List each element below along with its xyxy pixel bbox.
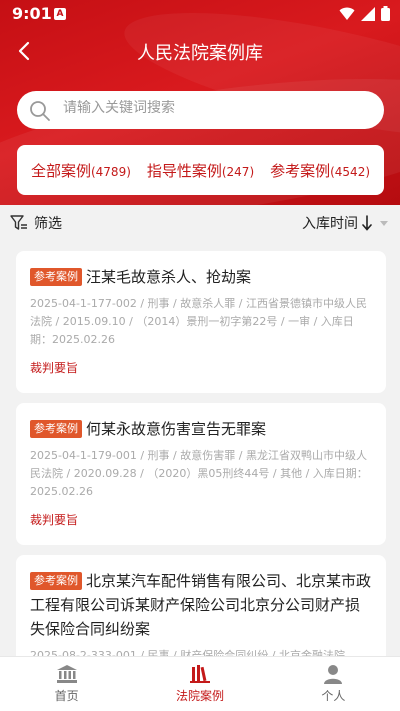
case-meta: 2025-04-1-179-001 / 刑事 / 故意伤害罪 / 黑龙江省双鸭山… bbox=[30, 449, 368, 498]
case-type-badge: 参考案例 bbox=[30, 420, 82, 438]
tab-reference-cases[interactable]: 参考案例(4542) bbox=[270, 160, 370, 181]
tab-label: 参考案例 bbox=[270, 161, 331, 180]
case-list: 参考案例 汪某毛故意杀人、抢劫案 2025-04-1-177-002 / 刑事 /… bbox=[0, 248, 400, 656]
battery-icon bbox=[381, 6, 390, 21]
tab-profile[interactable]: 个人 bbox=[267, 657, 400, 711]
ruling-summary-link[interactable]: 裁判要旨 bbox=[30, 359, 372, 376]
filter-label: 筛选 bbox=[34, 216, 62, 232]
case-type-badge: 参考案例 bbox=[30, 268, 82, 286]
books-icon bbox=[189, 665, 210, 683]
tab-count: (247) bbox=[221, 164, 255, 179]
tab-label: 首页 bbox=[54, 689, 79, 703]
sort-label: 入库时间 bbox=[302, 216, 358, 232]
tab-guiding-cases[interactable]: 指导性案例(247) bbox=[147, 160, 254, 181]
case-title-line: 参考案例 何某永故意伤害宣告无罪案 bbox=[30, 417, 372, 441]
filter-bar: 筛选 入库时间 bbox=[0, 205, 400, 239]
filter-button[interactable]: 筛选 bbox=[10, 213, 62, 233]
tab-count: (4542) bbox=[330, 164, 371, 179]
status-time: 9:01 bbox=[12, 4, 52, 23]
tab-court-cases[interactable]: 法院案例 bbox=[133, 657, 266, 711]
case-card[interactable]: 参考案例 何某永故意伤害宣告无罪案 2025-04-1-179-001 / 刑事 … bbox=[16, 403, 386, 545]
search-bar[interactable] bbox=[17, 91, 384, 129]
bank-icon bbox=[56, 665, 77, 683]
case-title-line: 参考案例 北京某汽车配件销售有限公司、北京某市政工程有限公司诉某财产保险公司北京分… bbox=[30, 569, 372, 641]
case-meta: 2025-04-1-177-002 / 刑事 / 故意杀人罪 / 江西省景德镇市… bbox=[30, 297, 367, 346]
page-title: 人民法院案例库 bbox=[137, 43, 263, 64]
person-icon bbox=[324, 665, 343, 684]
filter-icon bbox=[10, 215, 27, 230]
notification-icon: A bbox=[54, 8, 66, 20]
tab-all-cases[interactable]: 全部案例(4789) bbox=[31, 160, 131, 181]
tab-label: 全部案例 bbox=[30, 161, 91, 180]
case-title: 汪某毛故意杀人、抢劫案 bbox=[86, 268, 252, 286]
caret-down-icon bbox=[380, 221, 388, 226]
bottom-tab-bar: 首页 法院案例 个人 bbox=[0, 656, 400, 711]
case-meta: 2025-08-2-333-001 / 民事 / 财产保险合同纠纷 / 北京金融… bbox=[30, 649, 345, 656]
case-card[interactable]: 参考案例 汪某毛故意杀人、抢劫案 2025-04-1-177-002 / 刑事 /… bbox=[16, 251, 386, 393]
sort-button[interactable]: 入库时间 bbox=[302, 213, 392, 233]
tab-label: 指导性案例 bbox=[146, 161, 222, 180]
case-title-line: 参考案例 汪某毛故意杀人、抢劫案 bbox=[30, 265, 372, 289]
category-tabs: 全部案例(4789) 指导性案例(247) 参考案例(4542) bbox=[17, 145, 384, 195]
search-input[interactable] bbox=[63, 100, 363, 116]
tab-count: (4789) bbox=[90, 164, 131, 179]
tab-label: 法院案例 bbox=[175, 689, 224, 703]
tab-home[interactable]: 首页 bbox=[0, 657, 133, 711]
search-icon bbox=[30, 101, 50, 121]
status-bar: 9:01 A bbox=[0, 0, 400, 28]
case-card[interactable]: 参考案例 北京某汽车配件销售有限公司、北京某市政工程有限公司诉某财产保险公司北京分… bbox=[16, 555, 386, 656]
wifi-icon bbox=[339, 7, 355, 20]
signal-icon bbox=[361, 6, 375, 21]
system-icons bbox=[339, 6, 390, 21]
tab-label: 个人 bbox=[321, 689, 346, 703]
case-type-badge: 参考案例 bbox=[30, 572, 82, 590]
ruling-summary-link[interactable]: 裁判要旨 bbox=[30, 511, 372, 528]
case-title: 何某永故意伤害宣告无罪案 bbox=[86, 420, 267, 438]
arrow-down-icon bbox=[362, 215, 372, 231]
